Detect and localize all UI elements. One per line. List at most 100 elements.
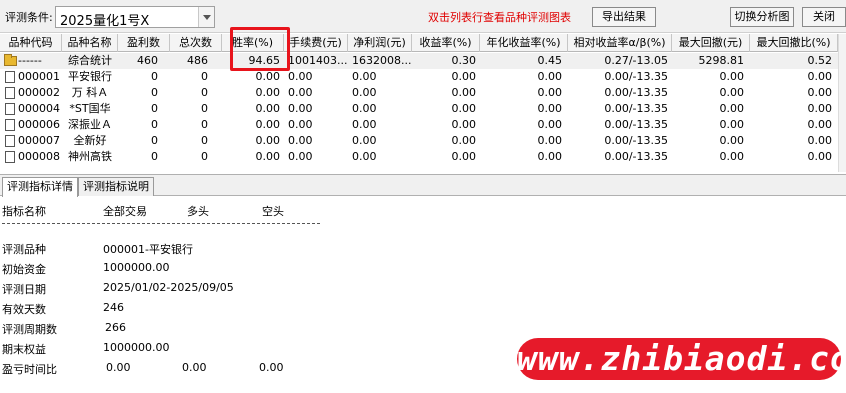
document-icon [5,151,15,163]
chevron-down-icon[interactable] [198,7,214,27]
column-header-fee[interactable]: 手续费(元) [284,34,348,52]
cell-net-profit: 1632008... [352,54,412,67]
cell-max-drawdown-ratio: 0.00 [807,86,833,99]
condition-select[interactable]: 2025量化1号X [55,6,215,29]
cell-name: 综合统计 [68,54,112,67]
cell-net-profit: 0.00 [352,150,377,163]
detail-label: 盈亏时间比 [2,363,57,376]
cell-annual-return: 0.00 [537,70,563,83]
cell-net-profit: 0.00 [352,118,377,131]
cell-relative-return: 0.00/-13.35 [604,150,668,163]
condition-select-value: 2025量化1号X [60,14,150,29]
cell-code: 000007 [18,134,60,147]
cell-win-rate: 0.00 [255,150,281,163]
document-icon [5,87,15,99]
detail-label: 评测日期 [2,283,46,296]
detail-header-short: 空头 [262,205,284,218]
column-header-annual-return[interactable]: 年化收益率(%) [480,34,568,52]
detail-value: 1000000.00 [103,261,170,274]
switch-chart-button[interactable]: 切换分析图 [730,7,794,27]
cell-name: 万 科Ａ [71,86,109,99]
detail-header-all: 全部交易 [103,205,147,218]
cell-code: ------ [18,54,42,67]
tab-detail[interactable]: 评测指标详情 [2,177,78,197]
cell-max-drawdown: 0.00 [719,118,745,131]
cell-total-count: 0 [201,70,208,83]
cell-win-rate: 0.00 [255,102,281,115]
condition-label: 评测条件: [5,11,53,24]
column-header-total-count[interactable]: 总次数 [170,34,222,52]
table-row[interactable]: 000001 平安银行 0 0 0.00 0.00 0.00 0.00 0.00 0.00/-13… [0,69,846,85]
close-button[interactable]: 关闭 [802,7,846,27]
cell-max-drawdown-ratio: 0.00 [807,150,833,163]
cell-relative-return: 0.00/-13.35 [604,134,668,147]
table-row[interactable]: ------ 综合统计 460 486 94.65 1001403... 1632008..… [0,53,846,69]
cell-fee: 0.00 [288,118,313,131]
column-header-relative-return[interactable]: 相对收益率α/β(%) [568,34,672,52]
cell-net-profit: 0.00 [352,134,377,147]
table-row[interactable]: 000004 *ST国华 0 0 0.00 0.00 0.00 0.00 0.00 0.00/-1… [0,101,846,117]
detail-header-name: 指标名称 [2,205,46,218]
toolbar: 评测条件: 2025量化1号X 双击列表行查看品种评测图表 导出结果 切换分析图… [0,0,846,33]
export-button[interactable]: 导出结果 [592,7,656,27]
cell-net-profit: 0.00 [352,86,377,99]
cell-fee: 0.00 [288,150,313,163]
column-header-max-drawdown-ratio[interactable]: 最大回撤比(%) [750,34,838,52]
table-row[interactable]: 000007 全新好 0 0 0.00 0.00 0.00 0.00 0.00 0.00/-13.… [0,133,846,149]
cell-name: 平安银行 [68,70,112,83]
detail-value: 1000000.00 [103,341,170,354]
table-row[interactable]: 000006 深振业Ａ 0 0 0.00 0.00 0.00 0.00 0.00 0.00/-13… [0,117,846,133]
watermark: www.zhibiaodi.com [517,338,846,380]
cell-fee: 1001403... [288,54,348,67]
cell-return: 0.00 [451,118,477,131]
cell-relative-return: 0.27/-13.05 [604,54,668,67]
cell-max-drawdown-ratio: 0.52 [807,54,833,67]
document-icon [5,71,15,83]
tab-explain[interactable]: 评测指标说明 [78,177,154,196]
cell-code: 000001 [18,70,60,83]
document-icon [5,103,15,115]
detail-value: 000001-平安银行 [103,243,193,256]
cell-profit-count: 0 [151,150,158,163]
column-header-name[interactable]: 品种名称 [62,34,118,52]
column-header-profit-count[interactable]: 盈利数 [118,34,170,52]
cell-return: 0.00 [451,150,477,163]
cell-net-profit: 0.00 [352,70,377,83]
cell-total-count: 0 [201,150,208,163]
cell-max-drawdown: 0.00 [719,86,745,99]
detail-label: 有效天数 [2,303,46,316]
cell-total-count: 0 [201,134,208,147]
cell-max-drawdown-ratio: 0.00 [807,70,833,83]
cell-return: 0.00 [451,134,477,147]
cell-max-drawdown: 0.00 [719,102,745,115]
cell-fee: 0.00 [288,134,313,147]
cell-profit-count: 0 [151,134,158,147]
column-header-return[interactable]: 收益率(%) [412,34,480,52]
folder-icon [4,54,17,66]
detail-value-short: 0.00 [259,361,284,374]
cell-annual-return: 0.45 [537,54,563,67]
cell-profit-count: 0 [151,86,158,99]
cell-return: 0.00 [451,70,477,83]
cell-max-drawdown-ratio: 0.00 [807,102,833,115]
cell-profit-count: 0 [151,118,158,131]
cell-max-drawdown-ratio: 0.00 [807,134,833,147]
table-row[interactable]: 000008 神州高铁 0 0 0.00 0.00 0.00 0.00 0.00 0.00/-13… [0,149,846,165]
cell-return: 0.00 [451,86,477,99]
cell-total-count: 486 [187,54,208,67]
column-header-max-drawdown[interactable]: 最大回撤(元) [672,34,750,52]
cell-profit-count: 0 [151,70,158,83]
table-row[interactable]: 000002 万 科Ａ 0 0 0.00 0.00 0.00 0.00 0.00 0.00/-13… [0,85,846,101]
document-icon [5,135,15,147]
cell-name: 神州高铁 [68,150,112,163]
detail-label: 期末权益 [2,343,46,356]
cell-relative-return: 0.00/-13.35 [604,102,668,115]
column-header-code[interactable]: 品种代码 [0,34,62,52]
cell-fee: 0.00 [288,86,313,99]
cell-annual-return: 0.00 [537,150,563,163]
cell-total-count: 0 [201,118,208,131]
cell-code: 000004 [18,102,60,115]
vertical-scrollbar[interactable] [838,34,846,172]
column-header-net-profit[interactable]: 净利润(元) [348,34,412,52]
cell-max-drawdown: 0.00 [719,70,745,83]
